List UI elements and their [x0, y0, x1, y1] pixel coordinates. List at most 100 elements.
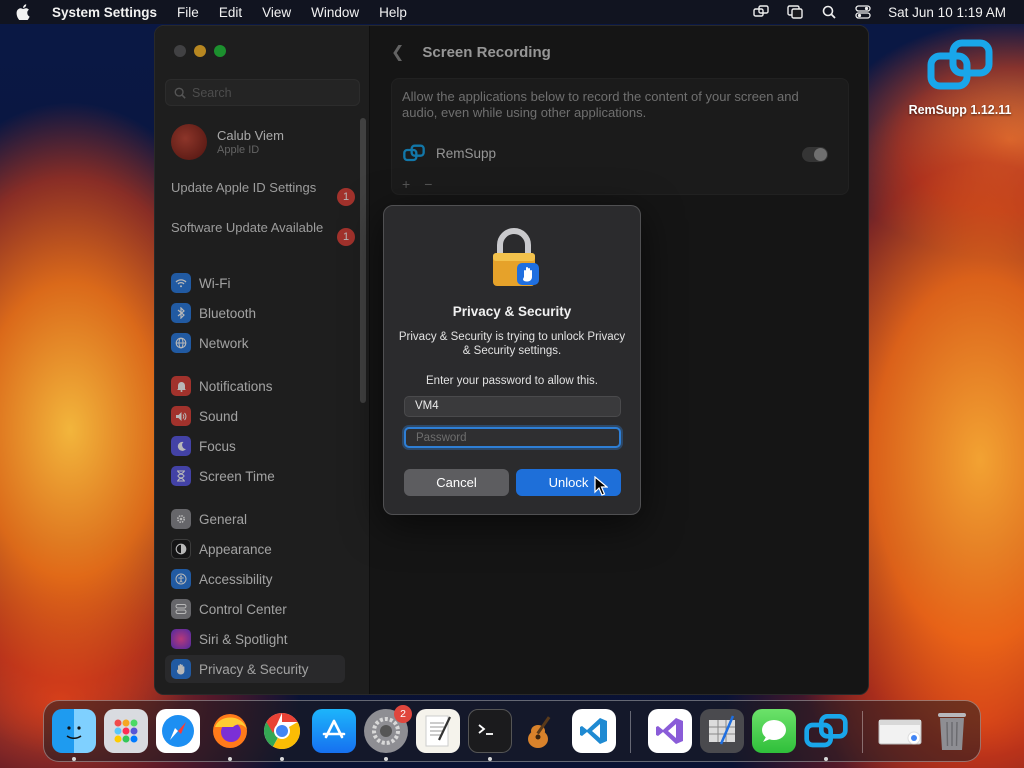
control-center-icon[interactable]	[854, 4, 872, 20]
account-name: Calub Viem	[217, 128, 284, 143]
password-field[interactable]: Password	[404, 427, 621, 448]
sidebar-item-label: Network	[199, 335, 249, 351]
notice-update-apple-id[interactable]: Update Apple ID Settings 1	[171, 180, 355, 206]
vscode-icon[interactable]	[572, 709, 616, 753]
globe-icon	[171, 333, 191, 353]
trash-icon[interactable]	[930, 709, 974, 753]
list-controls: + −	[402, 176, 432, 192]
moon-icon	[171, 436, 191, 456]
system-settings-dock-icon[interactable]: 2	[364, 705, 412, 753]
search-icon	[174, 87, 186, 99]
terminal-icon[interactable]	[468, 709, 512, 753]
minimize-button[interactable]	[194, 45, 206, 57]
sidebar-item-label: Privacy & Security	[199, 661, 309, 677]
sidebar-item-label: General	[199, 511, 248, 527]
speaker-icon	[171, 406, 191, 426]
appearance-icon	[171, 539, 191, 559]
sidebar-item-screen-time[interactable]: Screen Time	[165, 462, 345, 490]
dock-running-dot	[280, 757, 284, 761]
sidebar-item-label: Accessibility	[199, 571, 273, 587]
apple-id-account[interactable]: Calub Viem Apple ID	[171, 124, 284, 160]
app-name: RemSupp	[436, 145, 497, 161]
menu-help[interactable]: Help	[379, 5, 407, 20]
notice-software-update[interactable]: Software Update Available 1	[171, 220, 355, 246]
launchpad-icon[interactable]	[104, 709, 148, 753]
accessibility-icon	[171, 569, 191, 589]
app-store-icon[interactable]	[312, 709, 356, 753]
sidebar-item-label: Sound	[199, 408, 239, 424]
menu-edit[interactable]: Edit	[219, 5, 242, 20]
screen-recording-panel: Allow the applications below to record t…	[391, 78, 849, 195]
firefox-icon[interactable]	[208, 709, 252, 753]
lock-icon	[493, 228, 539, 286]
safari-icon[interactable]	[156, 709, 200, 753]
sidebar-item-siri-spotlight[interactable]: Siri & Spotlight	[165, 625, 345, 653]
list-item[interactable]: RemSupp	[402, 144, 838, 162]
dialog-title: Privacy & Security	[452, 304, 572, 319]
unlock-dialog: Privacy & Security Privacy & Security is…	[383, 205, 641, 515]
sidebar-item-sound[interactable]: Sound	[165, 402, 345, 430]
sidebar: Search Calub Viem Apple ID Update Apple …	[155, 26, 370, 694]
dock-running-dot	[72, 757, 76, 761]
remote-status-icon[interactable]	[752, 4, 770, 20]
dock-separator	[630, 711, 631, 753]
wifi-icon	[171, 273, 191, 293]
username-field[interactable]: VM4	[404, 396, 621, 417]
sidebar-item-notifications[interactable]: Notifications	[165, 372, 345, 400]
notice-label: Update Apple ID Settings	[171, 180, 317, 195]
search-placeholder: Search	[192, 85, 232, 100]
sidebar-item-privacy-security[interactable]: Privacy & Security	[165, 655, 345, 683]
menu-window[interactable]: Window	[311, 5, 359, 20]
menu-view[interactable]: View	[262, 5, 291, 20]
chrome-icon[interactable]	[260, 709, 304, 753]
dock-badge: 2	[394, 705, 412, 723]
hand-icon	[171, 659, 191, 679]
menu-bar: System Settings File Edit View Window He…	[0, 0, 1024, 24]
sidebar-item-bluetooth[interactable]: Bluetooth	[165, 299, 345, 327]
add-button[interactable]: +	[402, 176, 410, 192]
bell-icon	[171, 376, 191, 396]
control-center-icon	[171, 599, 191, 619]
menu-app-name[interactable]: System Settings	[52, 5, 157, 20]
back-chevron-icon[interactable]: ❮	[391, 42, 404, 62]
sidebar-scrollbar[interactable]	[360, 118, 366, 403]
sidebar-item-label: Focus	[199, 438, 236, 454]
dock-running-dot	[228, 757, 232, 761]
gear-icon	[171, 509, 191, 529]
apple-menu-icon[interactable]	[16, 3, 34, 21]
screen-mirroring-icon[interactable]	[786, 4, 804, 20]
menu-clock[interactable]: Sat Jun 10 1:19 AM	[888, 5, 1006, 20]
remove-button[interactable]: −	[424, 176, 432, 192]
window-controls	[174, 45, 226, 57]
visual-studio-icon[interactable]	[648, 709, 692, 753]
sidebar-item-control-center[interactable]: Control Center	[165, 595, 345, 623]
search-input[interactable]: Search	[165, 79, 360, 106]
sidebar-item-network[interactable]: Network	[165, 329, 345, 357]
screen-recording-toggle[interactable]	[802, 147, 828, 162]
remsupp-app-icon	[403, 144, 425, 162]
garageband-icon[interactable]	[520, 709, 564, 753]
menu-file[interactable]: File	[177, 5, 199, 20]
cancel-button[interactable]: Cancel	[404, 469, 509, 496]
sidebar-item-label: Siri & Spotlight	[199, 631, 288, 647]
desktop-remsupp-icon[interactable]: RemSupp 1.12.11	[902, 38, 1018, 117]
finder-icon[interactable]	[52, 709, 96, 753]
sidebar-item-accessibility[interactable]: Accessibility	[165, 565, 345, 593]
sidebar-item-general[interactable]: General	[165, 505, 345, 533]
instruments-icon[interactable]	[700, 709, 744, 753]
remsupp-dock-icon[interactable]	[804, 709, 848, 753]
dialog-message: Privacy & Security is trying to unlock P…	[398, 331, 626, 357]
sidebar-item-label: Appearance	[199, 541, 272, 557]
sidebar-item-label: Control Center	[199, 601, 287, 617]
sidebar-item-label: Wi-Fi	[199, 275, 231, 291]
zoom-button[interactable]	[214, 45, 226, 57]
close-button[interactable]	[174, 45, 186, 57]
textedit-icon[interactable]	[416, 709, 460, 753]
spotlight-search-icon[interactable]	[820, 4, 838, 20]
messages-icon[interactable]	[752, 709, 796, 753]
dock: 2	[43, 700, 981, 762]
sidebar-item-appearance[interactable]: Appearance	[165, 535, 345, 563]
sidebar-item-focus[interactable]: Focus	[165, 432, 345, 460]
downloads-stack-icon[interactable]	[878, 709, 922, 753]
sidebar-item-wifi[interactable]: Wi-Fi	[165, 269, 345, 297]
